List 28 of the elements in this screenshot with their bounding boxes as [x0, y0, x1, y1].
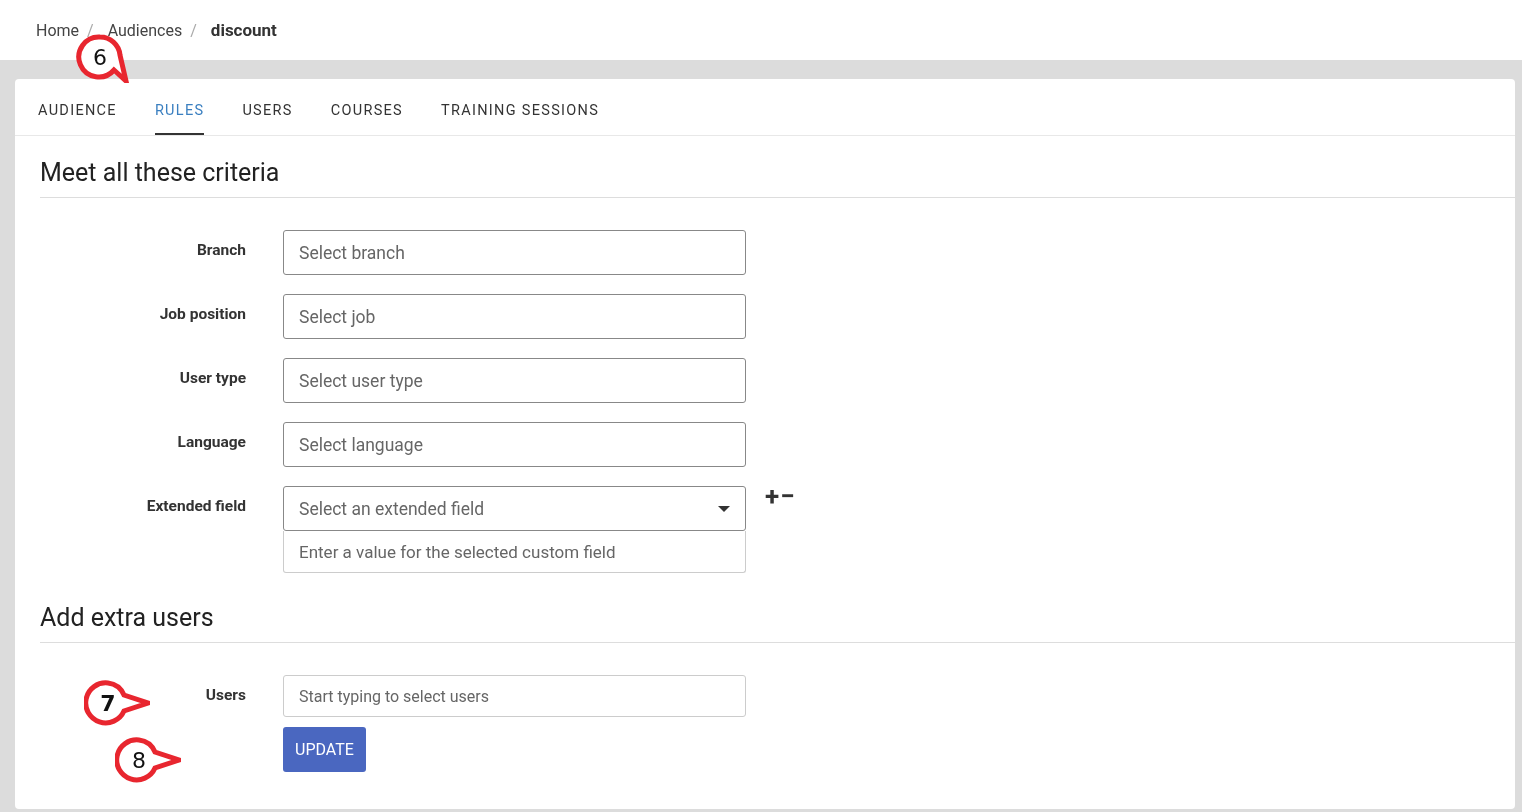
field-label: Job position: [158, 304, 246, 323]
tab[interactable]: RULES: [154, 95, 205, 135]
input-field[interactable]: Start typing to select users: [283, 675, 746, 717]
tab[interactable]: USERS: [242, 95, 293, 135]
caret-icon: [718, 505, 730, 512]
field-label: Extended field: [145, 496, 246, 515]
input-field[interactable]: Select job: [283, 294, 746, 339]
field-label: Users: [205, 686, 246, 704]
section-heading: Add extra users: [40, 581, 1515, 643]
tab[interactable]: AUDIENCE: [38, 95, 117, 135]
breadcrumb-current: discount: [210, 20, 277, 40]
add-button[interactable]: +: [765, 486, 780, 506]
remove-button[interactable]: −: [780, 486, 795, 506]
tab[interactable]: COURSES: [330, 95, 403, 135]
field-label: User type: [178, 368, 246, 387]
input-field[interactable]: Select user type: [283, 358, 746, 403]
breadcrumb-separator: /: [190, 20, 197, 40]
dropdown-select[interactable]: Select an extended field: [283, 486, 746, 531]
section-heading: Meet all these criteria: [40, 136, 1515, 198]
input-field[interactable]: Select branch: [283, 230, 746, 275]
breadcrumb-link[interactable]: Home: [36, 20, 80, 40]
input-field[interactable]: Select language: [283, 422, 746, 467]
breadcrumb-link[interactable]: Audiences: [107, 20, 183, 40]
field-label: Branch: [195, 240, 246, 259]
input-field[interactable]: Enter a value for the selected custom field: [283, 531, 746, 573]
update-button[interactable]: UPDATE: [283, 727, 366, 772]
tab[interactable]: TRAINING SESSIONS: [441, 95, 600, 135]
field-label: Language: [176, 432, 246, 451]
